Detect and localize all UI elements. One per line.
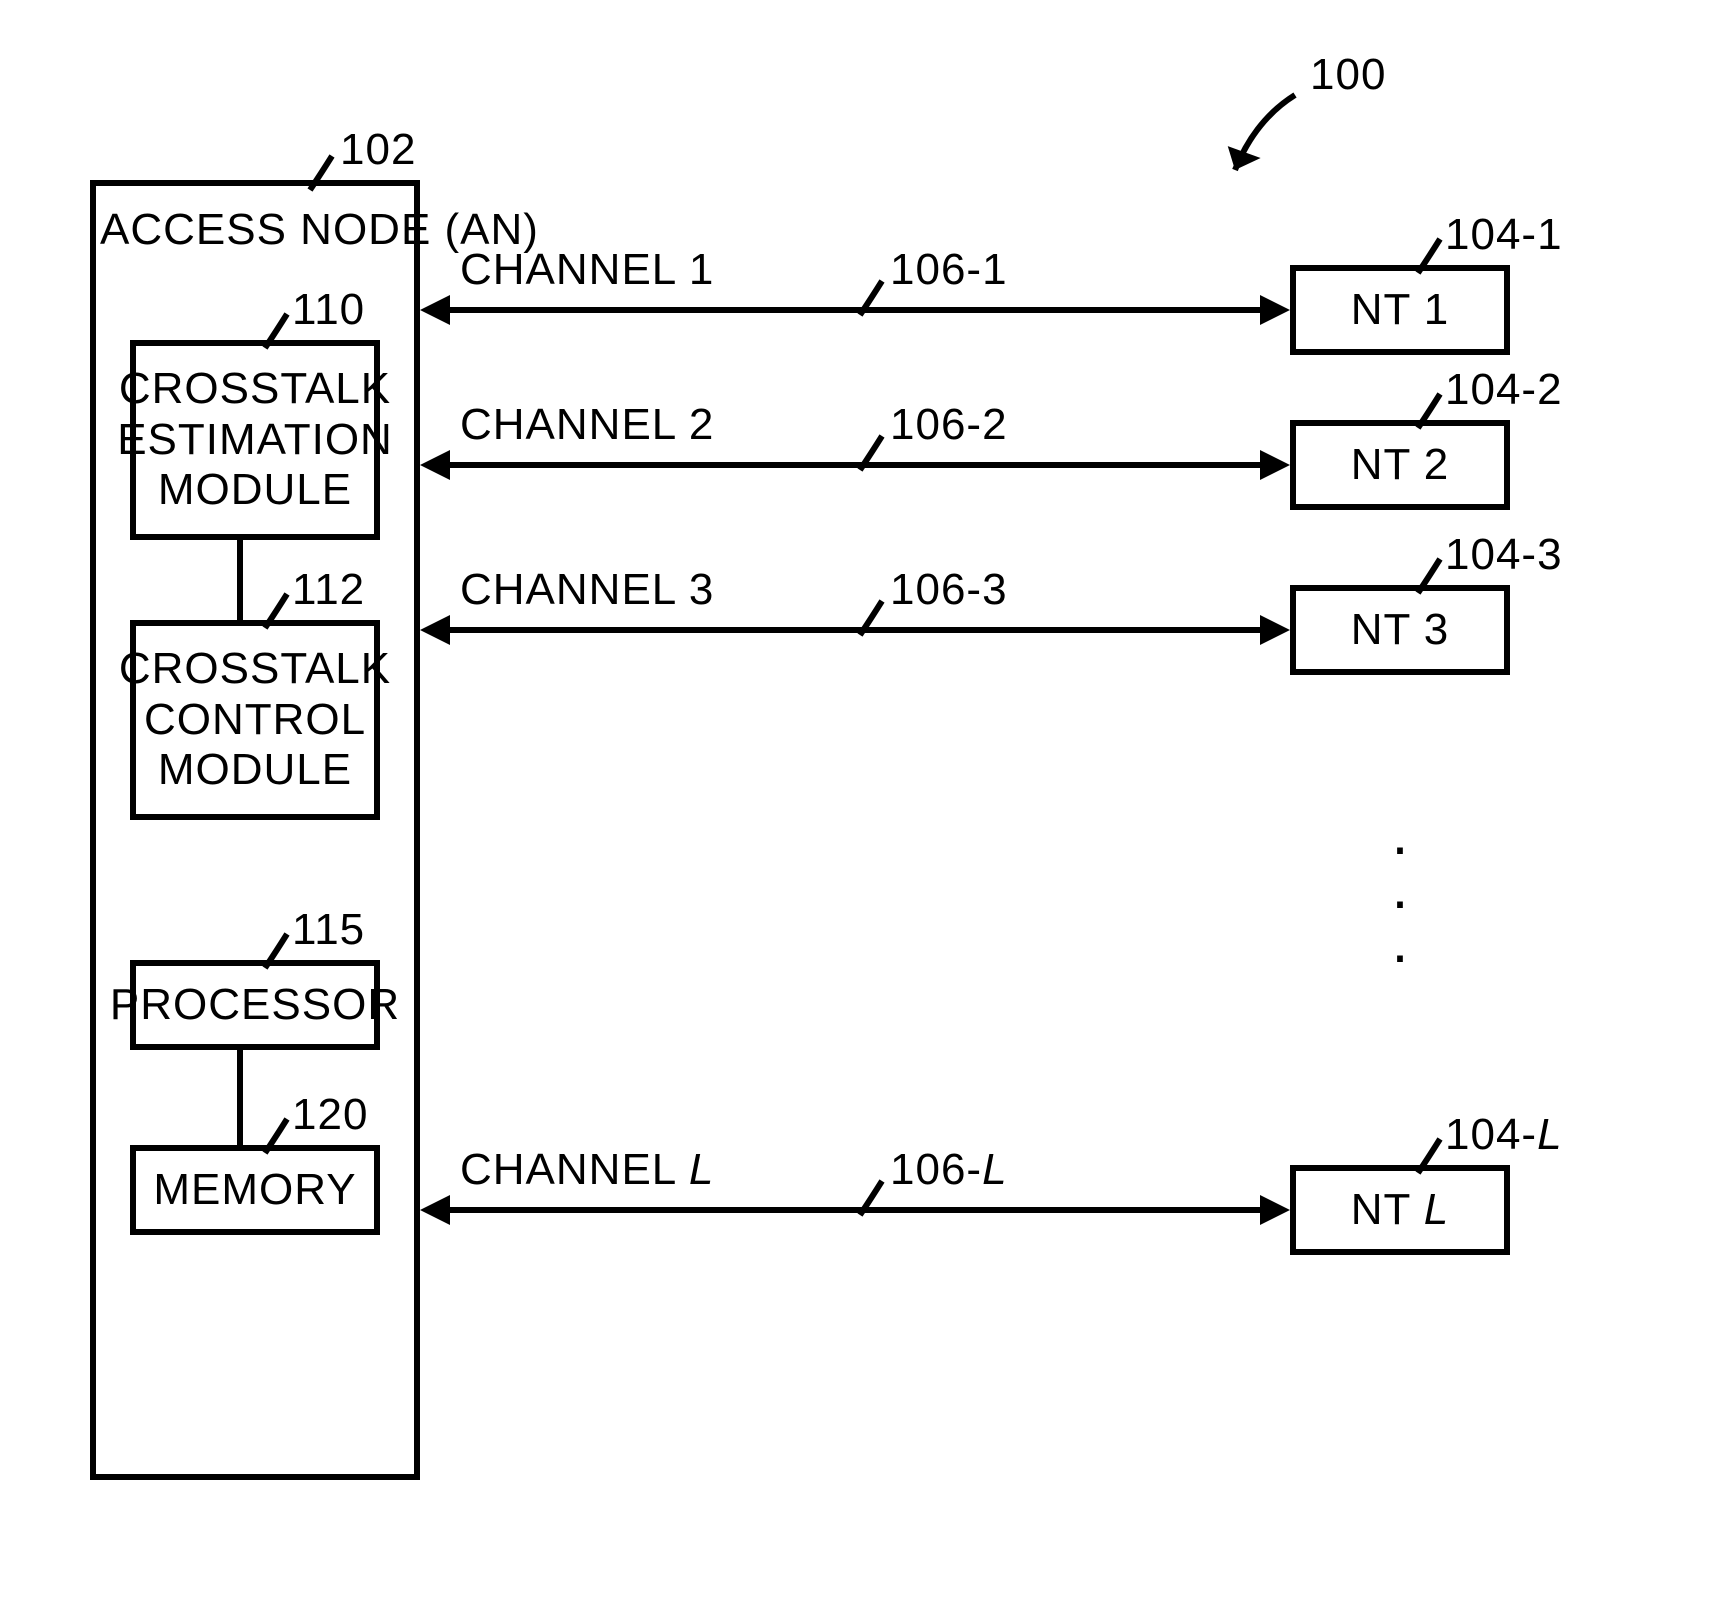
channel-3-arrow — [420, 610, 1290, 650]
system-ref-label: 100 — [1310, 50, 1386, 100]
crosstalk-estimation-box: CROSSTALK ESTIMATION MODULE — [130, 340, 380, 540]
nt-2-label: NT 2 — [1343, 436, 1458, 495]
channel-2-arrow — [420, 445, 1290, 485]
processor-label: PROCESSOR — [102, 976, 408, 1035]
crosstalk-estimation-ref: 110 — [292, 285, 365, 335]
nt-2-ref: 104-2 — [1445, 365, 1563, 415]
channel-1-label: CHANNEL 1 — [460, 245, 714, 295]
nt-1-label: NT 1 — [1343, 281, 1458, 340]
nt-3-ref: 104-3 — [1445, 530, 1563, 580]
access-node-title: ACCESS NODE (AN) — [100, 205, 410, 255]
channel-2-label: CHANNEL 2 — [460, 400, 714, 450]
nt-L-box: NT L — [1290, 1165, 1510, 1255]
nt-L-ref: 104-L — [1445, 1110, 1563, 1160]
processor-ref: 115 — [292, 905, 365, 955]
channel-1-arrow — [420, 290, 1290, 330]
crosstalk-control-ref: 112 — [292, 565, 365, 615]
channel-1-ref: 106-1 — [890, 245, 1008, 295]
memory-label: MEMORY — [145, 1161, 364, 1220]
crosstalk-control-label: CROSSTALK CONTROL MODULE — [111, 640, 399, 800]
channel-L-ref: 106-L — [890, 1145, 1008, 1195]
crosstalk-control-box: CROSSTALK CONTROL MODULE — [130, 620, 380, 820]
access-node-ref: 102 — [340, 125, 416, 175]
nt-1-ref: 104-1 — [1445, 210, 1563, 260]
memory-box: MEMORY — [130, 1145, 380, 1235]
nt-L-label: NT L — [1343, 1181, 1458, 1240]
channel-3-ref: 106-3 — [890, 565, 1008, 615]
channel-L-arrow — [420, 1190, 1290, 1230]
nt-1-box: NT 1 — [1290, 265, 1510, 355]
nt-3-label: NT 3 — [1343, 601, 1458, 660]
memory-ref: 120 — [292, 1090, 368, 1140]
channel-2-ref: 106-2 — [890, 400, 1008, 450]
nt-2-box: NT 2 — [1290, 420, 1510, 510]
crosstalk-estimation-label: CROSSTALK ESTIMATION MODULE — [109, 360, 401, 520]
processor-box: PROCESSOR — [130, 960, 380, 1050]
channel-3-label: CHANNEL 3 — [460, 565, 714, 615]
ellipsis-dots: ··· — [1390, 820, 1410, 982]
channel-L-label: CHANNEL L — [460, 1145, 714, 1195]
system-ref-arrow — [1200, 80, 1320, 200]
nt-3-box: NT 3 — [1290, 585, 1510, 675]
